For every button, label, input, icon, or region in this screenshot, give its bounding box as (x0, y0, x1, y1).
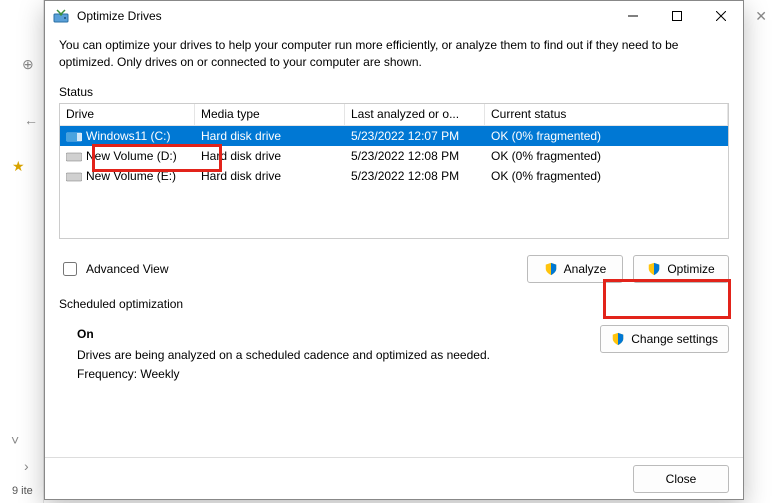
background-close-icon: ✕ (755, 8, 767, 25)
window-controls (611, 1, 743, 31)
drive-name: New Volume (D:) (86, 149, 177, 163)
drive-media: Hard disk drive (195, 169, 345, 183)
drive-status: OK (0% fragmented) (485, 169, 728, 183)
optimize-button[interactable]: Optimize (633, 255, 729, 283)
scheduled-on: On (77, 325, 490, 344)
minimize-button[interactable] (611, 1, 655, 31)
drive-row[interactable]: Windows11 (C:) Hard disk drive 5/23/2022… (60, 126, 728, 146)
drives-list-header: Drive Media type Last analyzed or o... C… (60, 104, 728, 126)
drive-icon (66, 150, 82, 162)
shield-icon (611, 332, 625, 346)
star-icon: ★ (12, 158, 25, 175)
drive-last: 5/23/2022 12:08 PM (345, 169, 485, 183)
shield-icon (544, 262, 558, 276)
scheduled-text: On Drives are being analyzed on a schedu… (59, 325, 490, 385)
optimize-drives-icon (53, 8, 69, 24)
change-settings-button[interactable]: Change settings (600, 325, 729, 353)
analyze-button[interactable]: Analyze (527, 255, 623, 283)
background-sidebar: ⊕ ← ★ ˅ › (0, 0, 44, 503)
col-header-status[interactable]: Current status (485, 104, 728, 125)
drive-status: OK (0% fragmented) (485, 149, 728, 163)
drive-media: Hard disk drive (195, 129, 345, 143)
close-icon (716, 11, 726, 21)
change-settings-label: Change settings (631, 332, 718, 346)
close-dialog-button[interactable]: Close (633, 465, 729, 493)
status-label: Status (59, 85, 729, 99)
drive-icon (66, 170, 82, 182)
close-label: Close (666, 472, 697, 486)
drive-name: New Volume (E:) (86, 169, 176, 183)
maximize-button[interactable] (655, 1, 699, 31)
shield-icon (647, 262, 661, 276)
drive-name: Windows11 (C:) (86, 129, 170, 143)
advanced-view-input[interactable] (63, 262, 77, 276)
add-tab-icon: ⊕ (22, 56, 34, 73)
drive-last: 5/23/2022 12:07 PM (345, 129, 485, 143)
close-button[interactable] (699, 1, 743, 31)
col-header-last[interactable]: Last analyzed or o... (345, 104, 485, 125)
col-header-drive[interactable]: Drive (60, 104, 195, 125)
description-text: You can optimize your drives to help you… (59, 37, 729, 71)
drive-row[interactable]: New Volume (E:) Hard disk drive 5/23/202… (60, 166, 728, 186)
scheduled-freq: Frequency: Weekly (77, 365, 490, 384)
back-icon: ← (24, 112, 38, 128)
background-status-items: 9 ite (12, 485, 33, 497)
optimize-drives-dialog: Optimize Drives You can optimize your dr… (44, 0, 744, 500)
scheduled-optimization-label: Scheduled optimization (59, 297, 729, 311)
chevron-down-icon: ˅ (11, 432, 19, 448)
dialog-content: You can optimize your drives to help you… (45, 31, 743, 457)
advanced-view-checkbox[interactable]: Advanced View (59, 259, 169, 279)
scheduled-desc: Drives are being analyzed on a scheduled… (77, 346, 490, 365)
drives-list[interactable]: Drive Media type Last analyzed or o... C… (59, 103, 729, 239)
drive-last: 5/23/2022 12:08 PM (345, 149, 485, 163)
titlebar: Optimize Drives (45, 1, 743, 31)
advanced-view-label: Advanced View (86, 262, 169, 276)
window-title: Optimize Drives (77, 9, 611, 23)
drive-media: Hard disk drive (195, 149, 345, 163)
maximize-icon (672, 11, 682, 21)
analyze-label: Analyze (564, 262, 607, 276)
drives-list-body: Windows11 (C:) Hard disk drive 5/23/2022… (60, 126, 728, 186)
col-header-media[interactable]: Media type (195, 104, 345, 125)
dialog-footer: Close (45, 457, 743, 499)
drive-row[interactable]: New Volume (D:) Hard disk drive 5/23/202… (60, 146, 728, 166)
drive-status: OK (0% fragmented) (485, 129, 728, 143)
scheduled-optimization-section: On Drives are being analyzed on a schedu… (59, 325, 729, 385)
chevron-right-icon: › (24, 458, 29, 474)
optimize-label: Optimize (667, 262, 714, 276)
action-row: Advanced View Analyze Optimize (59, 255, 729, 283)
minimize-icon (628, 11, 638, 21)
drive-icon (66, 130, 82, 142)
